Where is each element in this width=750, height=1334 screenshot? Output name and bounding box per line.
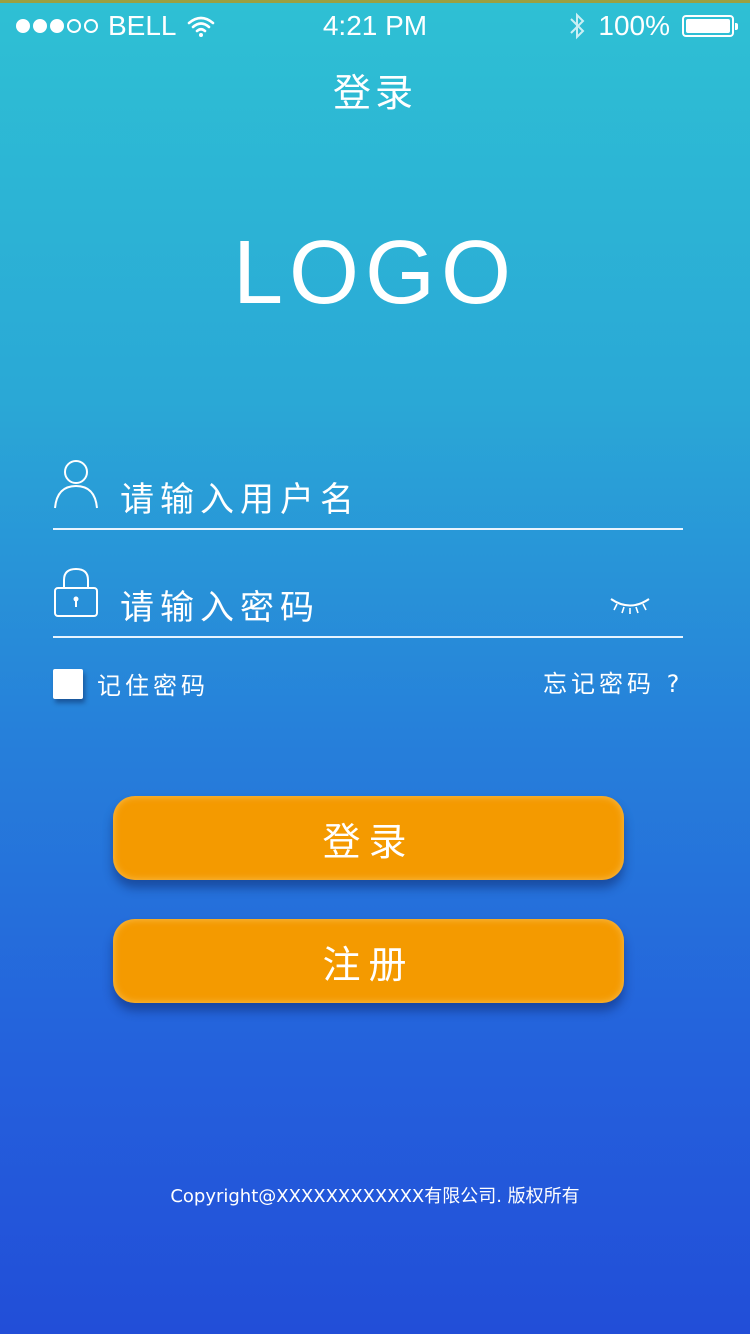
login-button[interactable]: 登录 xyxy=(113,796,624,880)
login-screen: BELL 4:21 PM 100% 登录 LOGO 请输入用户名 请输入密码 记… xyxy=(0,0,750,1334)
username-placeholder: 请输入用户名 xyxy=(120,480,360,520)
app-logo: LOGO xyxy=(232,223,518,323)
copyright-text: Copyright@XXXXXXXXXXXX有限公司. 版权所有 xyxy=(170,1186,580,1207)
battery-icon xyxy=(682,15,738,37)
username-field[interactable]: 请输入用户名 xyxy=(53,458,683,530)
remember-password[interactable]: 记住密码 xyxy=(53,666,209,701)
password-field[interactable]: 请输入密码 xyxy=(53,566,683,638)
remember-checkbox[interactable] xyxy=(53,668,83,699)
battery-percentage: 100% xyxy=(598,10,670,41)
eye-closed-icon[interactable] xyxy=(608,594,652,616)
bluetooth-icon xyxy=(570,12,585,40)
register-button[interactable]: 注册 xyxy=(113,919,624,1003)
status-right: 100% xyxy=(568,10,738,42)
forgot-password-link[interactable]: 忘记密码 ? xyxy=(543,664,683,699)
remember-label: 记住密码 xyxy=(97,672,209,700)
status-bar: BELL 4:21 PM 100% xyxy=(0,6,750,46)
top-accent-line xyxy=(0,0,750,3)
person-outline-icon xyxy=(54,460,98,509)
password-placeholder: 请输入密码 xyxy=(120,588,320,628)
page-title: 登录 xyxy=(332,71,417,115)
padlock-icon xyxy=(54,567,98,617)
